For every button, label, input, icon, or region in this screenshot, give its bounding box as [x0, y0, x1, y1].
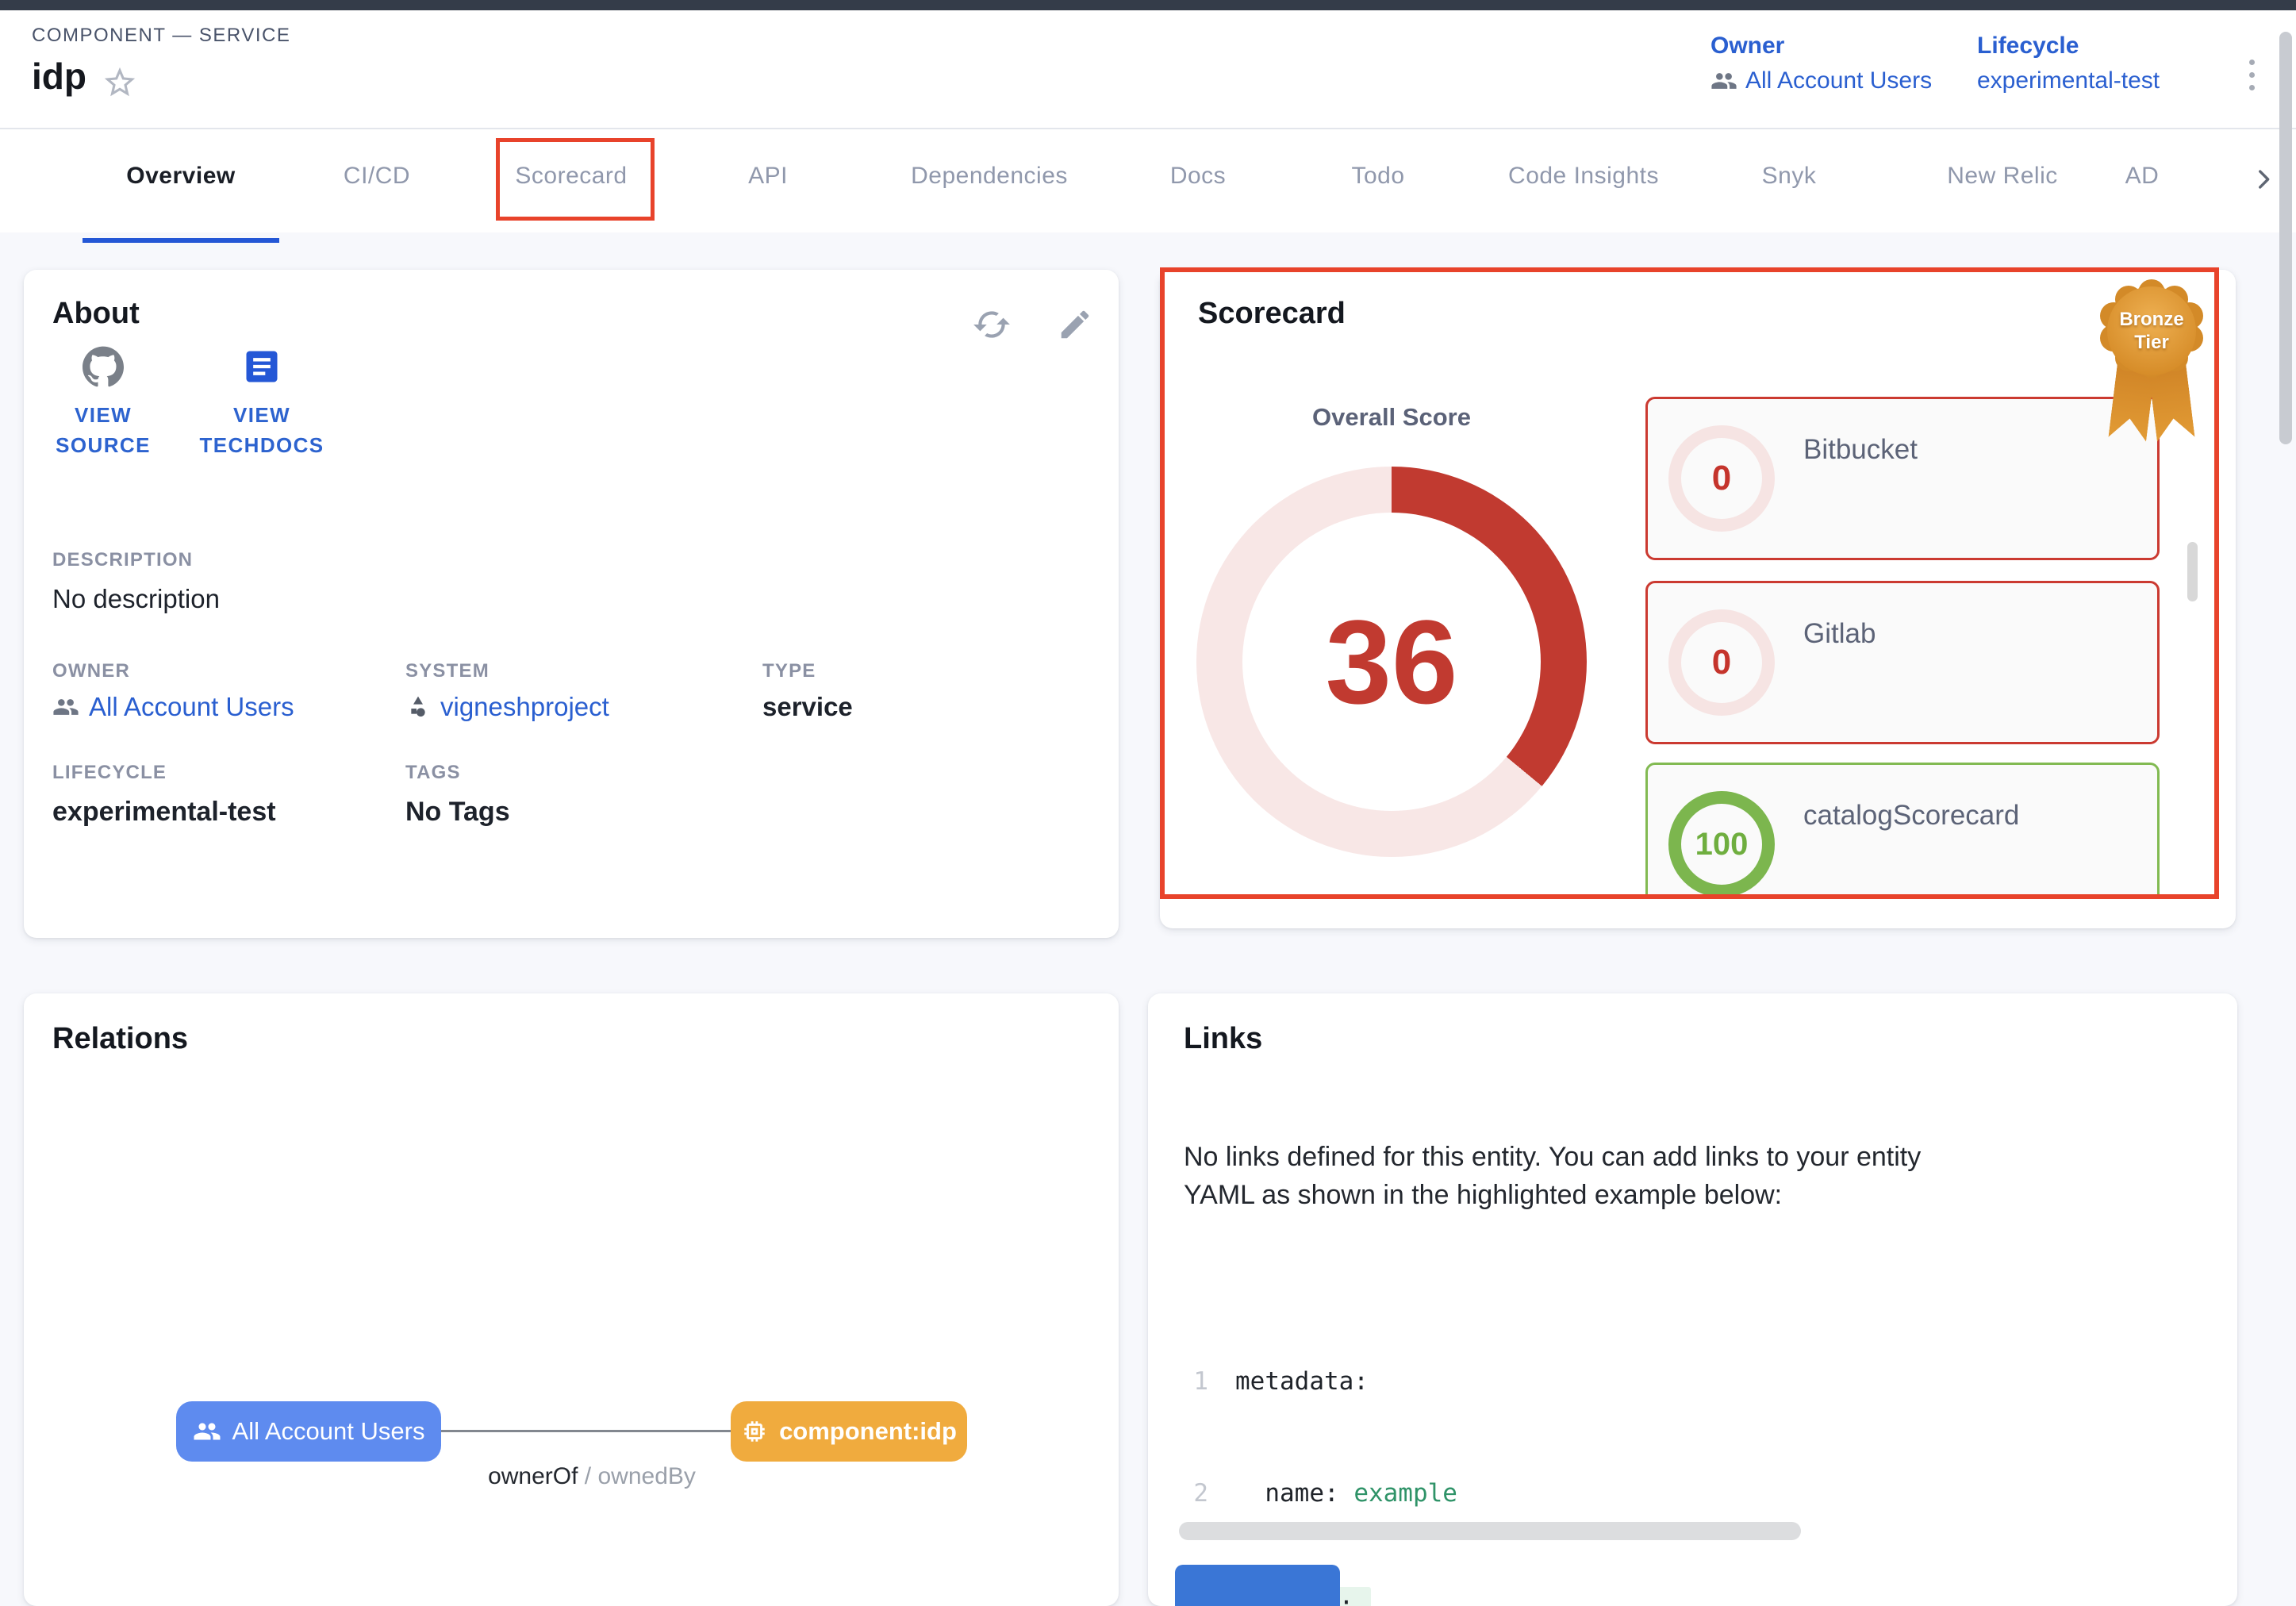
score-name: Bitbucket — [1803, 434, 1918, 466]
header-owner-link[interactable]: All Account Users — [1710, 67, 1932, 94]
code-line: 1metadata: — [1178, 1363, 2219, 1400]
overall-score-label: Overall Score — [1273, 403, 1511, 432]
badge-line2: Tier — [2134, 331, 2169, 354]
tab-overflow-clipped[interactable]: AD — [2125, 163, 2160, 190]
badge-line1: Bronze — [2119, 308, 2183, 331]
entity-header: COMPONENT — SERVICE idp Owner All Accoun… — [0, 10, 2296, 232]
tab-new-relic[interactable]: New Relic — [1947, 163, 2058, 190]
type-value: service — [762, 692, 853, 722]
score-item-gitlab[interactable]: 0 Gitlab — [1645, 581, 2160, 744]
lifecycle-value: experimental-test — [52, 797, 276, 828]
system-link[interactable]: vigneshproject — [405, 692, 609, 722]
system-label: SYSTEM — [405, 660, 490, 682]
header-divider — [0, 128, 2296, 129]
view-source-label: VIEW SOURCE — [52, 400, 155, 460]
tab-overview[interactable]: Overview — [126, 163, 235, 190]
people-icon — [52, 694, 79, 720]
header-owner-value: All Account Users — [1745, 67, 1932, 94]
owner-link[interactable]: All Account Users — [52, 692, 294, 722]
score-gauge: 0 — [1668, 609, 1775, 716]
scorecard-list: 0 Bitbucket 0 Gitlab 100 catalogScorecar… — [1636, 389, 2199, 897]
tab-code-insights[interactable]: Code Insights — [1508, 163, 1659, 190]
description-value: No description — [52, 584, 220, 614]
overall-score-donut: 36 — [1196, 467, 1587, 857]
system-category-icon — [405, 694, 431, 720]
score-gauge: 100 — [1668, 791, 1775, 897]
tabs-scroll-chevron-right-icon[interactable] — [2250, 166, 2277, 193]
refresh-icon[interactable] — [972, 305, 1013, 346]
tags-value: No Tags — [405, 797, 510, 828]
tab-dependencies[interactable]: Dependencies — [911, 163, 1068, 190]
chip-icon — [741, 1418, 768, 1445]
relation-node-owner[interactable]: All Account Users — [176, 1401, 441, 1462]
about-card: About VIEW SOURCE VIEW TECHDOCS DESCRIPT… — [24, 270, 1119, 938]
tags-label: TAGS — [405, 762, 461, 784]
page-scrollbar[interactable] — [2279, 32, 2292, 444]
score-name: Gitlab — [1803, 618, 1876, 650]
people-icon — [1710, 67, 1737, 94]
favorite-star-icon[interactable] — [102, 64, 138, 101]
links-title: Links — [1184, 1022, 1262, 1056]
top-window-bar — [0, 0, 2296, 10]
tab-docs[interactable]: Docs — [1170, 163, 1226, 190]
clipped-blue-button[interactable] — [1175, 1565, 1340, 1606]
type-label: TYPE — [762, 660, 816, 682]
owner-value: All Account Users — [89, 692, 294, 722]
relations-card: Relations ownerOf / ownedBy All Account … — [24, 993, 1119, 1606]
breadcrumb: COMPONENT — SERVICE — [32, 25, 290, 47]
tab-snyk[interactable]: Snyk — [1762, 163, 1817, 190]
score-gauge: 0 — [1668, 425, 1775, 532]
techdocs-article-icon — [241, 346, 282, 387]
relation-edge-label: ownerOf / ownedBy — [457, 1463, 727, 1490]
relation-node-component[interactable]: component:idp — [731, 1401, 967, 1462]
relation-edge-line — [441, 1430, 731, 1432]
scorecard-list-scrollbar[interactable] — [2187, 542, 2198, 601]
score-item-catalogscorecard[interactable]: 100 catalogScorecard — [1645, 763, 2160, 897]
code-horizontal-scrollbar[interactable] — [1179, 1522, 1801, 1540]
header-lifecycle-label: Lifecycle — [1977, 33, 2160, 60]
view-techdocs-label: VIEW TECHDOCS — [190, 400, 333, 460]
links-card: Links No links defined for this entity. … — [1148, 993, 2237, 1606]
header-lifecycle-value: experimental-test — [1977, 67, 2160, 94]
about-title: About — [52, 297, 140, 331]
scorecard-card: Scorecard Overall Score 36 0 Bitbucket 0… — [1160, 270, 2236, 928]
people-icon — [193, 1417, 221, 1446]
tab-scorecard[interactable]: Scorecard — [515, 163, 627, 190]
owner-node-label: All Account Users — [232, 1417, 425, 1446]
github-icon — [83, 346, 124, 387]
page-title: idp — [32, 55, 86, 98]
tab-todo[interactable]: Todo — [1351, 163, 1404, 190]
links-empty-text: No links defined for this entity. You ca… — [1184, 1138, 1922, 1214]
scorecard-title: Scorecard — [1198, 297, 1346, 331]
view-source-button[interactable]: VIEW SOURCE — [40, 346, 167, 460]
tab-api[interactable]: API — [748, 163, 788, 190]
header-owner: Owner All Account Users — [1710, 33, 1932, 94]
tab-cicd[interactable]: CI/CD — [344, 163, 410, 190]
edit-pencil-icon[interactable] — [1057, 306, 1098, 348]
view-techdocs-button[interactable]: VIEW TECHDOCS — [175, 346, 349, 460]
code-line: 2 name: example — [1178, 1475, 2219, 1512]
score-name: catalogScorecard — [1803, 800, 2019, 832]
component-node-label: component:idp — [779, 1417, 957, 1446]
owner-label: OWNER — [52, 660, 130, 682]
description-label: DESCRIPTION — [52, 549, 193, 571]
relations-title: Relations — [52, 1022, 188, 1056]
active-tab-indicator — [83, 238, 279, 243]
more-options-kebab-icon[interactable] — [2236, 47, 2267, 102]
bronze-tier-badge: Bronze Tier — [2100, 279, 2203, 440]
yaml-code-block: 1metadata: 2 name: example 3 links: 4 - … — [1178, 1289, 2219, 1520]
system-value: vigneshproject — [440, 692, 609, 722]
overall-score-value: 36 — [1326, 594, 1458, 731]
lifecycle-label: LIFECYCLE — [52, 762, 167, 784]
header-owner-label: Owner — [1710, 33, 1932, 60]
score-item-bitbucket[interactable]: 0 Bitbucket — [1645, 397, 2160, 560]
header-lifecycle: Lifecycle experimental-test — [1977, 33, 2160, 94]
